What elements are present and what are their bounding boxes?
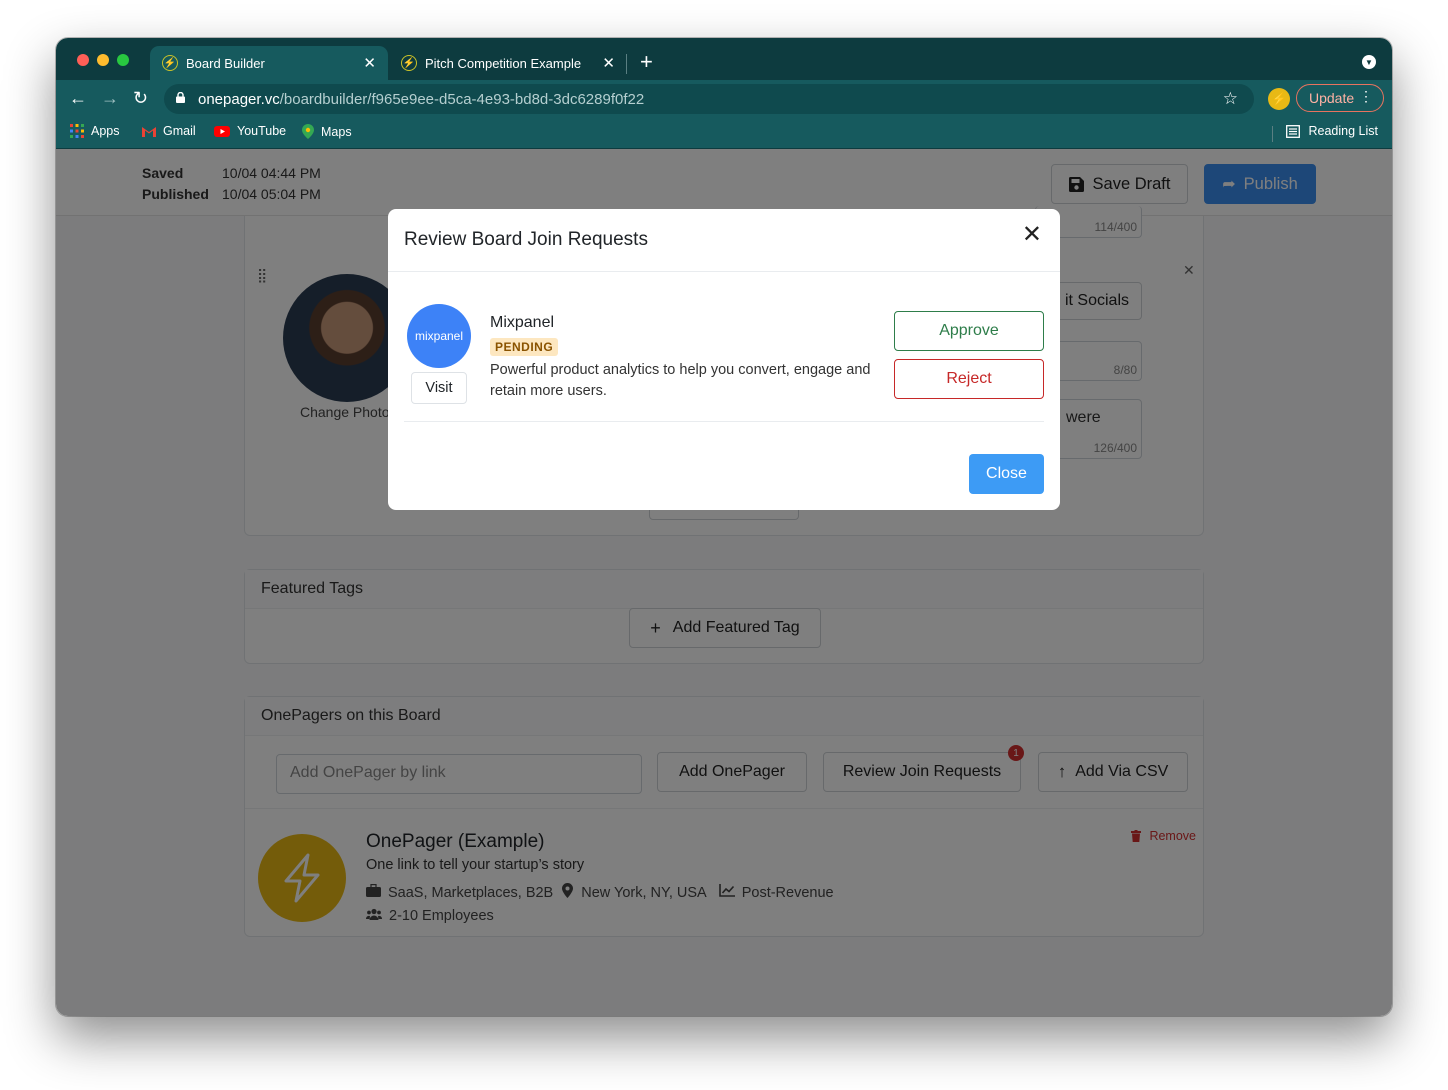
bookmarks-separator [1272, 126, 1273, 142]
tab-strip: ⚡ Board Builder ✕ ⚡ Pitch Competition Ex… [56, 38, 1392, 80]
request-divider [404, 421, 1044, 422]
bookmark-label: Apps [91, 124, 120, 138]
menu-kebab-icon: ⋮ [1359, 88, 1373, 104]
bookmark-label: Gmail [163, 124, 196, 138]
update-label: Update [1309, 90, 1355, 106]
close-tab-icon[interactable]: ✕ [363, 54, 376, 72]
close-tab-icon[interactable]: ✕ [602, 54, 615, 72]
reading-list-button[interactable]: Reading List [1285, 124, 1379, 138]
reading-list-icon [1285, 124, 1300, 138]
extension-icon[interactable]: ⚡ [1268, 88, 1290, 110]
lock-icon [176, 92, 185, 103]
browser-toolbar: ← → ↻ onepager.vc/boardbuilder/f965e9ee-… [56, 80, 1392, 118]
bookmark-gmail[interactable]: Gmail [142, 124, 196, 138]
close-window-button[interactable] [77, 54, 89, 66]
minimize-window-button[interactable] [97, 54, 109, 66]
bookmarks-bar: Apps Gmail YouTube Maps Reading List [56, 118, 1392, 149]
bookmark-label: Maps [321, 124, 352, 139]
apps-grid-icon [70, 124, 84, 138]
tab-title: Pitch Competition Example [425, 55, 582, 71]
tab-board-builder[interactable]: ⚡ Board Builder ✕ [150, 46, 388, 80]
logo-text: mixpanel [414, 329, 464, 343]
bookmark-youtube[interactable]: YouTube [214, 124, 286, 138]
approve-button[interactable]: Approve [894, 311, 1044, 351]
review-join-requests-modal: Review Board Join Requests ✕ mixpanel Vi… [388, 209, 1060, 510]
modal-title: Review Board Join Requests [404, 229, 648, 250]
update-button[interactable]: Update ⋮ [1296, 84, 1384, 112]
company-description: Powerful product analytics to help you c… [490, 362, 871, 399]
url-path: /boardbuilder/f965e9ee-d5ca-4e93-bd8d-3d… [279, 90, 645, 108]
reload-icon[interactable]: ↻ [133, 88, 148, 108]
visit-button[interactable]: Visit [411, 372, 467, 404]
tab-pitch-competition[interactable]: ⚡ Pitch Competition Example ✕ [389, 46, 627, 80]
onepager-favicon-icon: ⚡ [401, 55, 417, 71]
maps-pin-icon [302, 124, 314, 139]
close-button[interactable]: Close [969, 454, 1044, 494]
modal-divider [388, 271, 1060, 272]
mixpanel-logo: mixpanel [407, 304, 471, 368]
bookmark-maps[interactable]: Maps [302, 124, 352, 139]
status-badge: PENDING [490, 338, 559, 356]
address-bar[interactable]: onepager.vc/boardbuilder/f965e9ee-d5ca-4… [164, 84, 1254, 114]
company-name: Mixpanel [490, 314, 555, 331]
bookmark-star-icon[interactable]: ☆ [1223, 89, 1238, 109]
reading-list-label: Reading List [1308, 124, 1379, 138]
zoom-window-button[interactable] [117, 54, 129, 66]
tab-search-icon[interactable]: ▼ [1362, 55, 1376, 69]
onepager-favicon-icon: ⚡ [162, 55, 178, 71]
close-icon[interactable]: ✕ [1022, 223, 1042, 247]
url-domain: onepager.vc [198, 90, 280, 108]
browser-window: ⚡ Board Builder ✕ ⚡ Pitch Competition Ex… [56, 38, 1392, 1016]
youtube-icon [214, 125, 230, 137]
forward-icon[interactable]: → [101, 88, 119, 108]
tab-title: Board Builder [186, 55, 265, 71]
gmail-icon [142, 126, 156, 137]
reject-button[interactable]: Reject [894, 359, 1044, 399]
page-viewport: Saved 10/04 04:44 PM Published 10/04 05:… [56, 149, 1392, 1016]
bookmark-apps[interactable]: Apps [70, 124, 120, 138]
bookmark-label: YouTube [237, 124, 287, 138]
new-tab-icon[interactable]: + [640, 51, 653, 73]
tab-separator [626, 54, 627, 74]
back-icon[interactable]: ← [69, 88, 87, 108]
